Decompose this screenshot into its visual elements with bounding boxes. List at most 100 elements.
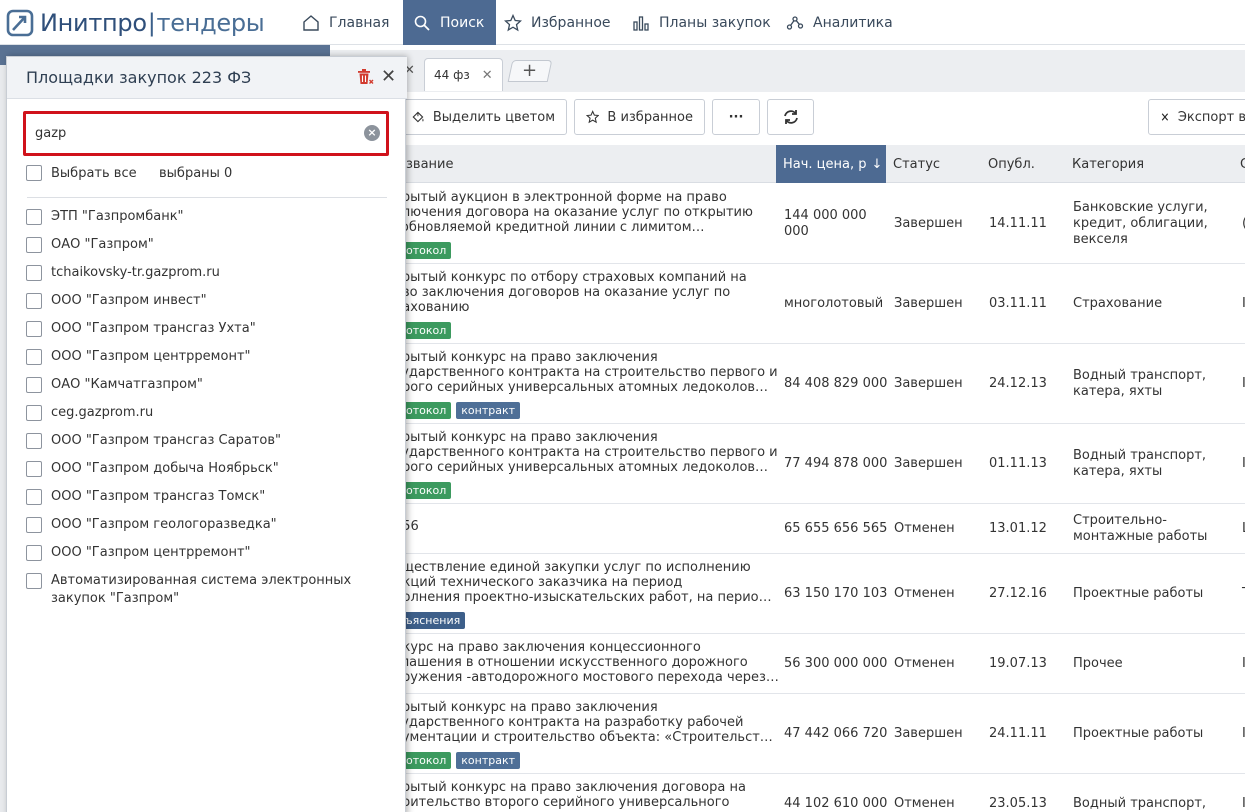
option-label[interactable]: ООО "Газпром трансгаз Томск" xyxy=(51,488,381,506)
nav-item-favorites[interactable]: Избранное xyxy=(494,0,621,45)
add-to-favorites-button[interactable]: В избранное xyxy=(574,99,705,135)
option-checkbox[interactable] xyxy=(26,265,42,281)
refresh-button[interactable] xyxy=(767,99,814,135)
divider xyxy=(27,197,387,198)
purchase-title[interactable]: уществление единой закупки услуг по испо… xyxy=(394,560,772,605)
more-options-button[interactable]: ··· xyxy=(712,99,760,135)
nav-item-home[interactable]: Главная xyxy=(292,0,399,45)
star-icon xyxy=(586,110,600,124)
table-row[interactable]: крытый аукцион в электронной форме на пр… xyxy=(330,184,1245,264)
option-checkbox[interactable] xyxy=(26,461,42,477)
option-label[interactable]: ООО "Газпром добыча Ноябрьск" xyxy=(51,460,381,478)
option-checkbox[interactable] xyxy=(26,517,42,533)
purchase-title[interactable]: крытый конкурс на право заключения судар… xyxy=(394,350,778,395)
option-checkbox[interactable] xyxy=(26,545,42,561)
table-row[interactable]: нкурс на право заключения концессионного… xyxy=(330,634,1245,694)
logo[interactable]: Инитпро|тендеры xyxy=(6,6,265,40)
published-date-cell: 23.05.13 xyxy=(989,796,1047,811)
option-checkbox[interactable] xyxy=(26,293,42,309)
option-label[interactable]: ОАО "Камчатгазпром" xyxy=(51,376,381,394)
purchase-title[interactable]: крытый конкурс на право заключения судар… xyxy=(394,430,778,475)
status-cell: Завершен xyxy=(894,296,963,311)
search-input[interactable] xyxy=(35,122,345,144)
plus-icon: + xyxy=(522,60,538,81)
option-label[interactable]: ООО "Газпром инвест" xyxy=(51,292,381,310)
contract-badge[interactable]: контракт xyxy=(456,752,521,769)
column-header-name[interactable]: звание xyxy=(406,145,454,183)
column-header-published[interactable]: Опубл. xyxy=(988,145,1035,183)
option-checkbox[interactable] xyxy=(26,349,42,365)
published-date-cell: 19.07.13 xyxy=(989,656,1047,671)
trash-icon[interactable] xyxy=(356,68,374,86)
purchase-title[interactable]: крытый конкурс на право заключения судар… xyxy=(394,700,773,745)
option-checkbox[interactable] xyxy=(26,405,42,421)
table-row[interactable]: крытый конкурс на право заключения судар… xyxy=(330,694,1245,774)
status-cell: Отменен xyxy=(894,656,955,671)
nav-label-analytics: Аналитика xyxy=(813,14,893,31)
select-all-checkbox[interactable] xyxy=(26,165,42,181)
select-all-label[interactable]: Выбрать все xyxy=(51,166,137,181)
purchase-title[interactable]: крытый конкурс на право заключения догов… xyxy=(394,780,770,810)
option-label[interactable]: ООО "Газпром центрремонт" xyxy=(51,348,381,366)
tab-close-icon[interactable]: ✕ xyxy=(482,68,493,83)
nav-label-plans: Планы закупок xyxy=(659,14,771,31)
category-cell: Прочее xyxy=(1073,656,1123,671)
table-row[interactable]: крытый конкурс на право заключения судар… xyxy=(330,424,1245,504)
price-cell: 84 408 829 000 xyxy=(784,376,888,391)
table-row[interactable]: уществление единой закупки услуг по испо… xyxy=(330,554,1245,634)
badges: ротокол контракт xyxy=(394,752,521,769)
tab-44fz[interactable]: 44 фз ✕ xyxy=(424,58,503,91)
published-date-cell: 14.11.11 xyxy=(989,216,1047,231)
column-header-price[interactable]: Нач. цена, р ↓ xyxy=(776,145,886,183)
option-checkbox[interactable] xyxy=(26,489,42,505)
panel-header: Площадки закупок 223 ФЗ ✕ xyxy=(7,57,407,99)
column-header-edge[interactable]: С xyxy=(1240,145,1245,183)
nav-item-plans[interactable]: Планы закупок xyxy=(622,0,781,45)
add-tab-button[interactable]: + xyxy=(507,60,553,82)
purchase-title[interactable]: крытый аукцион в электронной форме на пр… xyxy=(394,190,770,235)
bar-chart-icon xyxy=(633,15,649,31)
purchase-title[interactable]: нкурс на право заключения концессионного… xyxy=(394,640,779,685)
option-checkbox[interactable] xyxy=(26,237,42,253)
category-cell: Страхование xyxy=(1073,296,1163,311)
marketplace-filter-panel: Площадки закупок 223 ФЗ ✕ × Выбрать все … xyxy=(6,56,407,812)
column-header-status[interactable]: Статус xyxy=(893,145,940,183)
published-date-cell: 13.01.12 xyxy=(989,521,1047,536)
option-label[interactable]: ОАО "Газпром" xyxy=(51,236,381,254)
category-cell: Проектные работы xyxy=(1073,726,1204,741)
table-row[interactable]: крытый конкурс на право заключения догов… xyxy=(330,774,1245,812)
table-row[interactable]: 656 65 655 656 565 Отменен 13.01.12 Строител… xyxy=(330,504,1245,554)
nav-item-analytics[interactable]: Аналитика xyxy=(776,0,903,45)
price-cell: 144 000 000 000 xyxy=(784,208,867,239)
option-label[interactable]: ООО "Газпром центрремонт" xyxy=(51,544,381,562)
option-label[interactable]: ceg.gazprom.ru xyxy=(51,404,381,422)
table-row[interactable]: крытый конкурс на право заключения судар… xyxy=(330,344,1245,424)
option-label[interactable]: ООО "Газпром трансгаз Ухта" xyxy=(51,320,381,338)
nav-item-search[interactable]: Поиск xyxy=(403,0,496,45)
option-label[interactable]: ЭТП "Газпромбанк" xyxy=(51,208,381,226)
published-date-cell: 03.11.11 xyxy=(989,296,1047,311)
purchase-title[interactable]: 656 xyxy=(394,519,770,534)
option-label[interactable]: Автоматизированная система электронных з… xyxy=(51,572,381,608)
table-row[interactable]: крытый конкурс по отбору страховых компа… xyxy=(330,264,1245,344)
analytics-icon xyxy=(786,15,804,30)
option-label[interactable]: ООО "Газпром трансгаз Саратов" xyxy=(51,432,381,450)
option-checkbox[interactable] xyxy=(26,321,42,337)
price-cell: 44 102 610 000 xyxy=(784,796,888,811)
option-label[interactable]: tchaikovsky-tr.gazprom.ru xyxy=(51,264,381,282)
option-checkbox[interactable] xyxy=(26,433,42,449)
purchase-title[interactable]: крытый конкурс по отбору страховых компа… xyxy=(394,270,770,315)
clear-icon[interactable]: × xyxy=(364,125,380,141)
option-checkbox[interactable] xyxy=(26,377,42,393)
highlight-color-label: Выделить цветом xyxy=(432,109,555,125)
option-checkbox[interactable] xyxy=(26,573,42,589)
category-cell: Водный транспорт, катера, яхты xyxy=(1073,448,1207,479)
contract-badge[interactable]: контракт xyxy=(456,402,521,419)
highlight-color-button[interactable]: Выделить цветом xyxy=(396,99,567,135)
option-label[interactable]: ООО "Газпром геологоразведка" xyxy=(51,516,381,534)
close-icon[interactable]: ✕ xyxy=(381,66,396,87)
column-header-price-label: Нач. цена, р xyxy=(783,156,867,172)
option-checkbox[interactable] xyxy=(26,209,42,225)
column-header-category[interactable]: Категория xyxy=(1072,145,1144,183)
export-button[interactable]: Экспорт в xyxy=(1148,99,1245,135)
